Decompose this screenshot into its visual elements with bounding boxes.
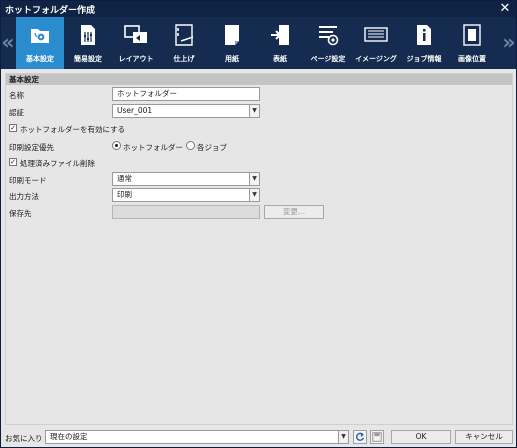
chevron-down-icon: ▼: [249, 189, 259, 201]
tab-label: 仕上げ: [173, 55, 195, 63]
image-position-icon: [463, 24, 481, 46]
output-method-value: 印刷: [117, 190, 132, 199]
paper-icon: [225, 25, 239, 45]
folder-gear-icon: [31, 29, 49, 43]
basic-settings-panel: 基本設定 名称 ホットフォルダー 認証 User_001 ▼ ✓ ホットフォルダ…: [5, 73, 513, 425]
delete-processed-checkbox[interactable]: ✓: [9, 158, 17, 166]
title-bar: ホットフォルダー作成 ✕: [1, 1, 516, 17]
priority-label: 印刷設定優先: [9, 143, 54, 152]
tab-page-settings[interactable]: ページ設定: [304, 17, 352, 69]
tab-finishing[interactable]: 仕上げ: [160, 17, 208, 69]
tab-image-position[interactable]: 画像位置: [448, 17, 496, 69]
tab-easy-settings[interactable]: 簡易設定: [64, 17, 112, 69]
name-input[interactable]: ホットフォルダー: [112, 87, 260, 101]
name-label: 名称: [9, 91, 24, 100]
tab-label: 表紙: [273, 55, 287, 63]
priority-radio-each-job[interactable]: [186, 141, 195, 150]
output-method-label: 出力方法: [9, 192, 39, 201]
tab-job-info[interactable]: ジョブ情報: [400, 17, 448, 69]
change-button[interactable]: 変更...: [264, 205, 324, 219]
tab-label: 簡易設定: [74, 55, 102, 63]
tab-layout[interactable]: レイアウト: [112, 17, 160, 69]
priority-radio-hotfolder[interactable]: [112, 141, 121, 150]
favorites-select[interactable]: 現在の設定 ▼: [45, 430, 349, 444]
auth-select[interactable]: User_001 ▼: [112, 104, 260, 118]
destination-label: 保存先: [9, 209, 32, 218]
finishing-icon: [175, 24, 194, 46]
chevron-down-icon: ▼: [249, 173, 259, 185]
tab-label: 画像位置: [458, 55, 486, 63]
favorites-value: 現在の設定: [50, 432, 88, 441]
page-settings-icon: [319, 26, 339, 46]
scroll-left-icon[interactable]: «: [1, 17, 15, 69]
print-mode-label: 印刷モード: [9, 176, 47, 185]
layout-icon: [124, 25, 147, 43]
dialog-window: ホットフォルダー作成 ✕ « 基本設定 簡易設定 レイアウト 仕上げ 用紙 表紙…: [0, 0, 517, 448]
refresh-button[interactable]: [353, 430, 367, 444]
enable-hotfolder-label: ホットフォルダーを有効にする: [20, 125, 126, 134]
enable-hotfolder-checkbox[interactable]: ✓: [9, 124, 17, 132]
tab-label: レイアウト: [118, 55, 154, 63]
refresh-icon: [356, 432, 365, 441]
sliders-icon: [81, 25, 95, 45]
tab-paper[interactable]: 用紙: [208, 17, 256, 69]
favorites-label: お気に入り: [5, 434, 43, 443]
tab-label: イメージング: [355, 55, 397, 63]
cancel-button[interactable]: キャンセル: [455, 430, 513, 444]
output-method-select[interactable]: 印刷 ▼: [112, 188, 260, 202]
section-header: 基本設定: [6, 74, 512, 85]
chevron-down-icon: ▼: [249, 105, 259, 117]
close-icon[interactable]: ✕: [498, 1, 512, 16]
toolbar: « 基本設定 簡易設定 レイアウト 仕上げ 用紙 表紙 ページ設定 イメージング…: [1, 17, 516, 69]
print-mode-value: 通常: [117, 174, 132, 183]
chevron-down-icon: ▼: [338, 431, 348, 443]
save-favorite-button[interactable]: [370, 430, 384, 444]
imaging-icon: [364, 27, 388, 42]
tab-cover[interactable]: 表紙: [256, 17, 304, 69]
tab-label: ページ設定: [310, 55, 346, 63]
window-title: ホットフォルダー作成: [5, 6, 96, 16]
ok-button[interactable]: OK: [391, 430, 451, 444]
priority-option-hotfolder: ホットフォルダー: [123, 143, 183, 152]
destination-input[interactable]: [112, 205, 260, 219]
tab-label: ジョブ情報: [406, 55, 442, 63]
scroll-right-icon[interactable]: »: [502, 17, 516, 69]
info-icon: [417, 25, 431, 45]
tab-imaging[interactable]: イメージング: [352, 17, 400, 69]
delete-processed-label: 処理済みファイル削除: [20, 159, 95, 168]
auth-value: User_001: [117, 106, 153, 115]
auth-label: 認証: [9, 108, 24, 117]
footer-bar: お気に入り 現在の設定 ▼ OK キャンセル: [1, 427, 516, 447]
print-mode-select[interactable]: 通常 ▼: [112, 172, 260, 186]
tab-label: 基本設定: [26, 55, 54, 63]
tab-label: 用紙: [225, 55, 239, 63]
priority-option-each-job: 各ジョブ: [197, 143, 227, 152]
tab-basic-settings[interactable]: 基本設定: [16, 17, 64, 69]
cover-insert-icon: [271, 25, 289, 45]
save-icon: [372, 432, 382, 442]
